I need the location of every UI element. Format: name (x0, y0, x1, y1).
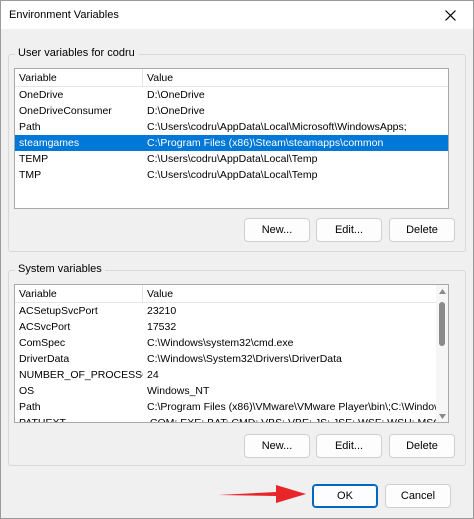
variable-name-cell: ACSvcPort (19, 321, 71, 333)
variable-value-cell: Windows_NT (147, 385, 210, 397)
table-row[interactable]: Path C:\Program Files (x86)\VMware\VMware… (15, 399, 448, 415)
table-row[interactable]: OS Windows_NT (15, 383, 448, 399)
user-variables-list[interactable]: Variable Value OneDrive D:\OneDrive OneDri… (14, 68, 449, 209)
variable-value-cell: 17532 (147, 321, 177, 333)
user-delete-button[interactable]: Delete (389, 218, 455, 242)
user-edit-button[interactable]: Edit... (316, 218, 382, 242)
chevron-down-icon (438, 413, 446, 419)
column-header-variable[interactable]: Variable (15, 69, 143, 87)
variable-value-cell: C:\Windows\System32\Drivers\DriverData (147, 353, 342, 365)
user-new-button[interactable]: New... (244, 218, 310, 242)
table-row[interactable]: Path C:\Users\codru\AppData\Local\Microso… (15, 119, 448, 135)
system-delete-button[interactable]: Delete (389, 434, 455, 458)
table-row[interactable]: ACSvcPort 17532 (15, 319, 448, 335)
system-variables-list[interactable]: Variable Value ACSetupSvcPort 23210 ACSvcP… (14, 284, 449, 423)
user-variables-label: User variables for codru (15, 47, 138, 59)
table-row[interactable]: TEMP C:\Users\codru\AppData\Local\Temp (15, 151, 448, 167)
chevron-up-icon (438, 288, 446, 294)
variable-value-cell: .COM;.EXE;.BAT;.CMD;.VBS;.VBE;.JS;.JSE;.… (147, 417, 441, 423)
variable-name-cell: steamgames (19, 137, 80, 149)
red-arrow-icon (218, 485, 306, 503)
variable-value-cell: D:\OneDrive (147, 105, 205, 117)
variable-value-cell: 24 (147, 369, 159, 381)
variable-value-cell: C:\Program Files (x86)\Steam\steamapps\c… (147, 137, 384, 149)
variable-name-cell: TEMP (19, 153, 49, 165)
close-button[interactable] (427, 1, 473, 29)
close-icon (444, 9, 456, 21)
variable-value-cell: D:\OneDrive (147, 89, 205, 101)
environment-variables-dialog: Environment Variables User variables for… (0, 0, 474, 519)
variable-value-cell: 23210 (147, 305, 177, 317)
variable-name-cell: OneDrive (19, 89, 64, 101)
variable-name-cell: Path (19, 121, 41, 133)
table-row[interactable]: ACSetupSvcPort 23210 (15, 303, 448, 319)
scrollbar-thumb[interactable] (439, 302, 445, 346)
variable-value-cell: C:\Program Files (x86)\VMware\VMware Pla… (147, 401, 448, 413)
table-row[interactable]: OneDriveConsumer D:\OneDrive (15, 103, 448, 119)
list-header: Variable Value (15, 285, 448, 303)
table-row[interactable]: PATHEXT .COM;.EXE;.BAT;.CMD;.VBS;.VBE;.JS… (15, 415, 448, 423)
window-title: Environment Variables (9, 9, 119, 21)
table-row[interactable]: DriverData C:\Windows\System32\Drivers\Dr… (15, 351, 448, 367)
variable-value-cell: C:\Users\codru\AppData\Local\Microsoft\W… (147, 121, 407, 133)
variable-name-cell: ComSpec (19, 337, 66, 349)
scroll-down-button[interactable] (436, 410, 448, 422)
column-header-value[interactable]: Value (143, 69, 448, 87)
table-row[interactable]: TMP C:\Users\codru\AppData\Local\Temp (15, 167, 448, 183)
variable-name-cell: Path (19, 401, 41, 413)
variable-name-cell: NUMBER_OF_PROCESSORS (19, 369, 143, 381)
variable-name-cell: ACSetupSvcPort (19, 305, 98, 317)
variable-value-cell: C:\Windows\system32\cmd.exe (147, 337, 294, 349)
ok-button[interactable]: OK (312, 484, 378, 508)
system-variables-label: System variables (15, 263, 105, 275)
variable-name-cell: OS (19, 385, 35, 397)
column-header-variable[interactable]: Variable (15, 285, 143, 303)
variable-value-cell: C:\Users\codru\AppData\Local\Temp (147, 169, 318, 181)
table-row[interactable]: steamgames C:\Program Files (x86)\Steam\s… (15, 135, 448, 151)
variable-value-cell: C:\Users\codru\AppData\Local\Temp (147, 153, 318, 165)
list-header: Variable Value (15, 69, 448, 87)
variable-name-cell: DriverData (19, 353, 70, 365)
scroll-up-button[interactable] (436, 285, 448, 297)
cancel-button[interactable]: Cancel (385, 484, 451, 508)
variable-name-cell: TMP (19, 169, 42, 181)
system-edit-button[interactable]: Edit... (316, 434, 382, 458)
variable-name-cell: OneDriveConsumer (19, 105, 112, 117)
vertical-scrollbar[interactable] (436, 285, 448, 422)
table-row[interactable]: ComSpec C:\Windows\system32\cmd.exe (15, 335, 448, 351)
system-new-button[interactable]: New... (244, 434, 310, 458)
variable-name-cell: PATHEXT (19, 417, 66, 423)
title-bar: Environment Variables (1, 1, 473, 29)
table-row[interactable]: NUMBER_OF_PROCESSORS 24 (15, 367, 448, 383)
column-header-value[interactable]: Value (143, 285, 448, 303)
table-row[interactable]: OneDrive D:\OneDrive (15, 87, 448, 103)
